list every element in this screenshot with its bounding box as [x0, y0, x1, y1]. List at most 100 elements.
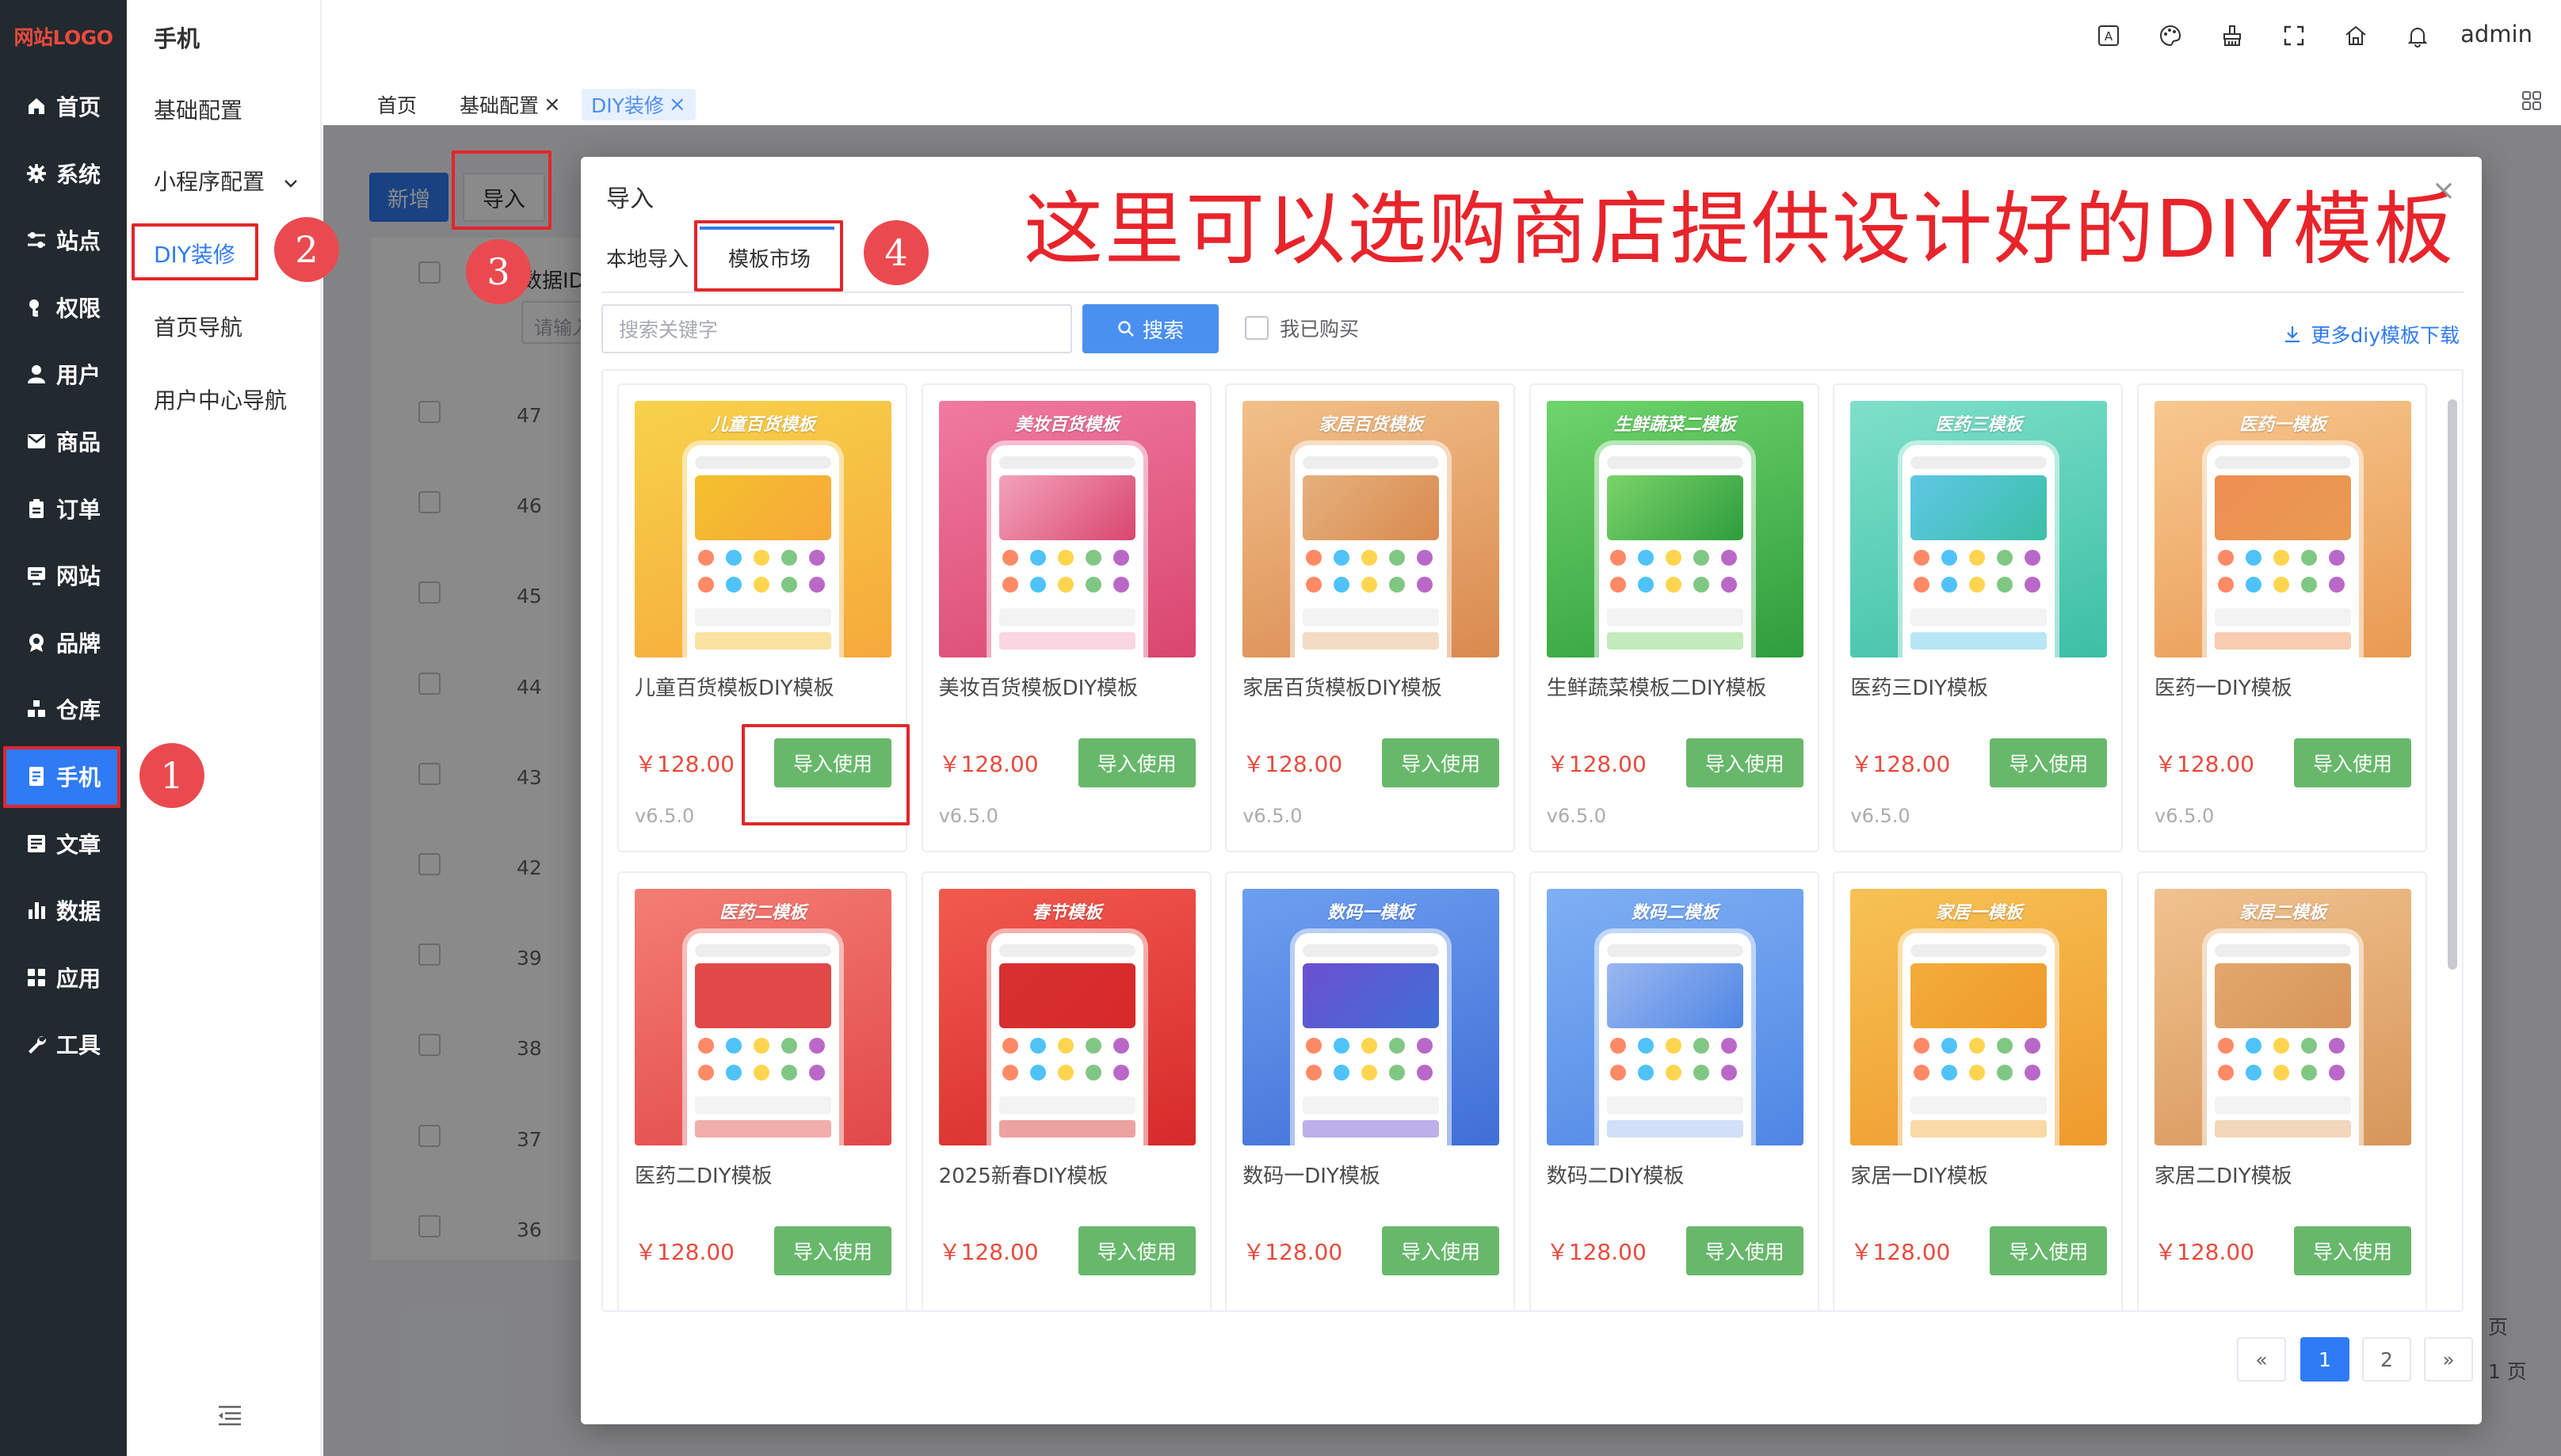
template-version: v6.5.0 [635, 805, 695, 827]
next-page-button[interactable]: » [2424, 1337, 2473, 1382]
current-user[interactable]: admin [2460, 21, 2532, 48]
import-use-button[interactable]: 导入使用 [1685, 738, 1803, 787]
template-card[interactable]: 春节模板 2025新春DIY模板 ￥128.00 导入使用 [921, 871, 1212, 1310]
category-icon [781, 1065, 797, 1081]
template-thumbnail[interactable]: 家居二模板 [2155, 889, 2411, 1145]
category-icon [754, 1065, 769, 1081]
secondary-menu: 手机 基础配置 小程序配置 DIY装修 首页导航 用户中心导航 [127, 0, 322, 1456]
search-input[interactable]: 搜索关键字 [601, 304, 1072, 353]
sidebar-item-13[interactable]: 应用 [0, 944, 127, 1011]
template-card[interactable]: 数码二模板 数码二DIY模板 ￥128.00 导入使用 [1529, 871, 1819, 1310]
submenu-item-basic-config[interactable]: 基础配置 [154, 93, 242, 125]
prev-page-button[interactable]: « [2237, 1337, 2286, 1382]
template-thumbnail[interactable]: 数码二模板 [1546, 889, 1803, 1145]
sidebar-item-5[interactable]: 商品 [0, 408, 127, 475]
import-use-button[interactable]: 导入使用 [2294, 738, 2411, 787]
template-thumbnail[interactable]: 儿童百货模板 [635, 401, 891, 657]
tab-menu-icon[interactable] [2521, 90, 2542, 111]
mock-strip [1303, 1120, 1440, 1138]
import-use-button[interactable]: 导入使用 [1078, 1226, 1196, 1275]
fullscreen-icon[interactable] [2280, 22, 2307, 49]
sidebar-item-12[interactable]: 数据 [0, 877, 127, 943]
template-card[interactable]: 医药二模板 医药二DIY模板 ￥128.00 导入使用 [617, 871, 907, 1310]
home-icon[interactable] [2342, 22, 2369, 49]
sidebar-item-0[interactable]: 首页 [0, 73, 127, 139]
template-card[interactable]: 家居百货模板 家居百货模板DIY模板 ￥128.00 导入使用 v6.5.0 [1225, 383, 1516, 852]
translate-icon[interactable]: A [2095, 22, 2122, 49]
thumbnail-title: 儿童百货模板 [710, 415, 815, 435]
template-card[interactable]: 医药一模板 医药一DIY模板 ￥128.00 导入使用 v6.5.0 [2137, 383, 2427, 852]
template-price: ￥128.00 [1546, 1239, 1647, 1265]
page-2-button[interactable]: 2 [2362, 1337, 2411, 1382]
grid-scrollbar[interactable] [2448, 399, 2457, 970]
import-use-button[interactable]: 导入使用 [1685, 1226, 1803, 1275]
template-card[interactable]: 医药三模板 医药三DIY模板 ￥128.00 导入使用 v6.5.0 [1833, 383, 2124, 852]
tab-home[interactable]: 首页 [368, 89, 426, 120]
template-thumbnail[interactable]: 医药三模板 [1850, 401, 2108, 657]
category-icon [2246, 550, 2261, 566]
step-badge-4: 4 [864, 220, 929, 285]
template-thumbnail[interactable]: 医药一模板 [2155, 401, 2411, 657]
collapse-menu-icon[interactable] [216, 1404, 244, 1427]
template-thumbnail[interactable]: 数码一模板 [1242, 889, 1500, 1145]
close-icon[interactable]: × [544, 93, 561, 116]
gear-icon [26, 163, 46, 183]
sidebar-item-3[interactable]: 权限 [0, 274, 127, 341]
sidebar-item-1[interactable]: 系统 [0, 140, 127, 207]
clear-cache-icon[interactable] [2219, 22, 2246, 49]
sidebar-item-label: 手机 [55, 764, 101, 791]
sidebar-item-2[interactable]: 站点 [0, 207, 127, 273]
phone-mockup [1295, 445, 1448, 657]
submenu-item-miniprogram-config[interactable]: 小程序配置 [154, 165, 265, 196]
category-icon [2329, 1065, 2345, 1081]
bought-checkbox[interactable] [1245, 316, 1269, 340]
sidebar-item-6[interactable]: 订单 [0, 475, 127, 542]
bought-filter[interactable]: 我已购买 [1245, 314, 1359, 342]
template-card[interactable]: 家居二模板 家居二DIY模板 ￥128.00 导入使用 [2137, 871, 2427, 1310]
import-use-button[interactable]: 导入使用 [1382, 1226, 1500, 1275]
search-button[interactable]: 搜索 [1082, 304, 1219, 353]
chevron-down-icon[interactable] [282, 174, 300, 192]
mock-strip [1910, 608, 2048, 626]
import-use-button[interactable]: 导入使用 [774, 1226, 891, 1275]
category-icon [1637, 577, 1654, 593]
template-card[interactable]: 数码一模板 数码一DIY模板 ￥128.00 导入使用 [1225, 871, 1516, 1310]
sidebar-item-11[interactable]: 文章 [0, 810, 127, 877]
category-icon [2301, 550, 2317, 566]
import-use-button[interactable]: 导入使用 [1990, 738, 2108, 787]
template-thumbnail[interactable]: 家居一模板 [1850, 889, 2108, 1145]
annotation-box-import-use [742, 724, 910, 825]
import-use-button[interactable]: 导入使用 [2294, 1226, 2411, 1275]
bell-icon[interactable] [2404, 22, 2431, 49]
sidebar-item-7[interactable]: 网站 [0, 542, 127, 608]
category-icon [2301, 1065, 2317, 1081]
tab-basic-config[interactable]: 基础配置 × [450, 89, 571, 120]
template-card[interactable]: 生鲜蔬菜二模板 生鲜蔬菜模板二DIY模板 ￥128.00 导入使用 v6.5.0 [1529, 383, 1819, 852]
template-thumbnail[interactable]: 家居百货模板 [1242, 401, 1500, 657]
category-icon [1306, 1038, 1322, 1054]
sidebar-item-4[interactable]: 用户 [0, 341, 127, 407]
import-use-button[interactable]: 导入使用 [1990, 1226, 2108, 1275]
submenu-item-user-center-nav[interactable]: 用户中心导航 [154, 383, 287, 415]
template-thumbnail[interactable]: 春节模板 [938, 889, 1196, 1145]
close-icon[interactable]: × [669, 93, 686, 116]
import-use-button[interactable]: 导入使用 [1382, 738, 1500, 787]
template-thumbnail[interactable]: 医药二模板 [635, 889, 891, 1145]
sidebar-item-9[interactable]: 仓库 [0, 676, 127, 742]
sidebar-item-8[interactable]: 品牌 [0, 609, 127, 676]
tab-diy-decoration[interactable]: DIY装修 × [582, 89, 696, 120]
import-use-button[interactable]: 导入使用 [1078, 738, 1196, 787]
palette-icon[interactable] [2157, 22, 2184, 49]
template-card[interactable]: 家居一模板 家居一DIY模板 ￥128.00 导入使用 [1833, 871, 2124, 1310]
template-card[interactable]: 美妆百货模板 美妆百货模板DIY模板 ￥128.00 导入使用 v6.5.0 [921, 383, 1212, 852]
more-templates-link[interactable]: 更多diy模板下载 [2282, 320, 2460, 349]
sidebar-item-label: 首页 [55, 94, 101, 120]
category-icon [1361, 577, 1378, 593]
category-icon [1637, 1065, 1654, 1081]
sidebar-item-14[interactable]: 工具 [0, 1011, 127, 1077]
template-thumbnail[interactable]: 生鲜蔬菜二模板 [1546, 401, 1803, 657]
template-thumbnail[interactable]: 美妆百货模板 [938, 401, 1196, 657]
page-1-button[interactable]: 1 [2300, 1337, 2349, 1382]
submenu-item-home-nav[interactable]: 首页导航 [154, 311, 242, 342]
tab-local-import[interactable]: 本地导入 [606, 230, 689, 285]
